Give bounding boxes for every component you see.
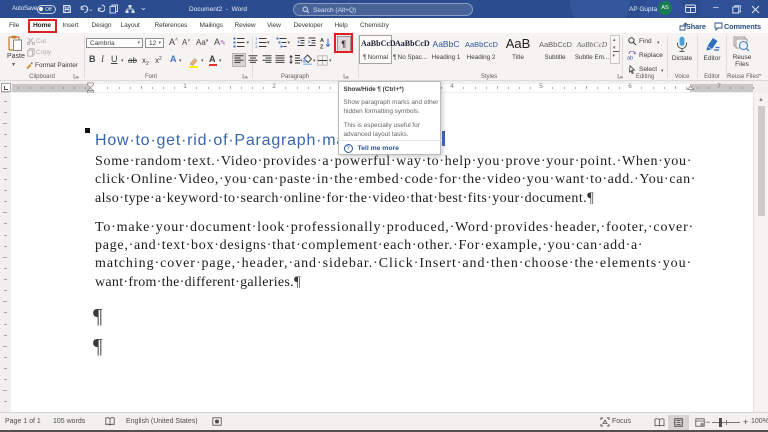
svg-text:A: A (320, 38, 324, 44)
svg-text:Z: Z (320, 44, 324, 49)
svg-text:3: 3 (255, 45, 257, 48)
svg-text:ab: ab (627, 56, 633, 61)
